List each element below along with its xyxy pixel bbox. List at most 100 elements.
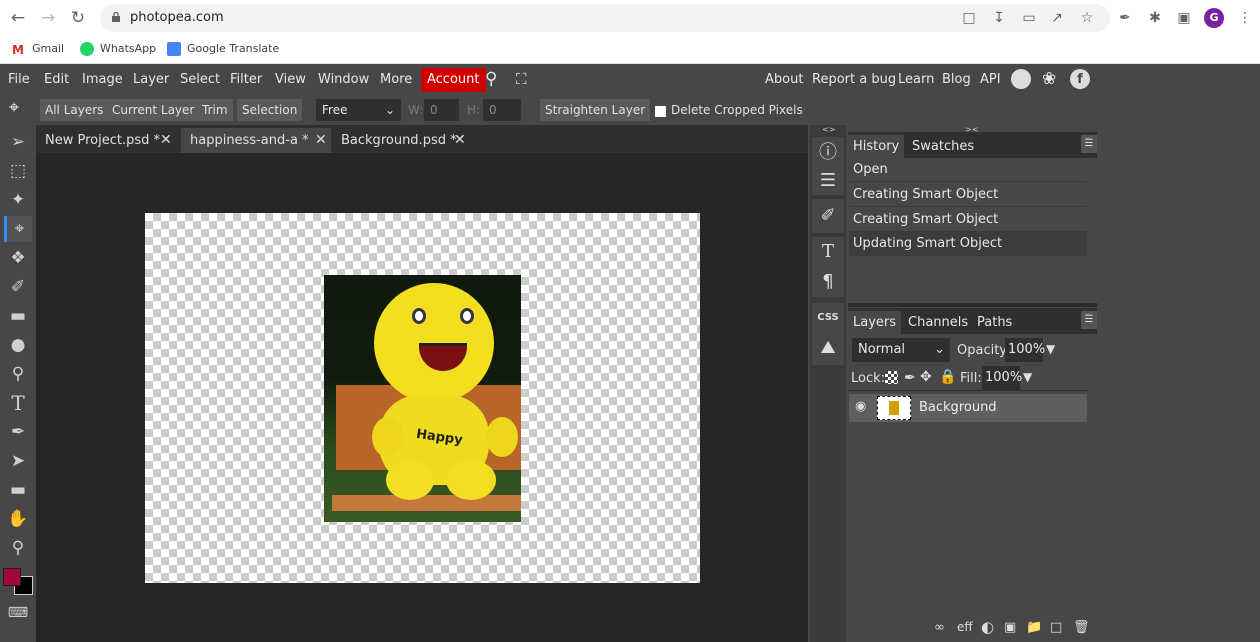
straighten-layer-button[interactable]: Straighten Layer <box>540 99 651 121</box>
close-icon[interactable]: ✕ <box>160 128 172 153</box>
visibility-eye-icon[interactable]: ◉ <box>855 399 866 414</box>
move-tool-icon[interactable]: ➢ <box>4 129 32 155</box>
lock-all-icon[interactable]: 🔒 <box>939 369 956 385</box>
opacity-input[interactable]: 100% <box>1005 338 1045 362</box>
tab-history[interactable]: History <box>848 135 905 158</box>
type-tool-icon[interactable]: T <box>4 390 32 416</box>
selection-button[interactable]: Selection <box>237 99 303 121</box>
path-select-tool-icon[interactable]: ➤ <box>4 448 32 474</box>
dodge-tool-icon[interactable]: ⚲ <box>4 361 32 387</box>
brush-tool-icon[interactable]: ✐ <box>4 274 32 300</box>
history-item[interactable]: Updating Smart Object <box>849 232 1087 256</box>
clipboard-icon[interactable]: □ <box>960 9 978 27</box>
tab-layers[interactable]: Layers <box>848 311 902 334</box>
menu-edit[interactable]: Edit <box>44 72 69 87</box>
keyboard-icon[interactable]: ⌨ <box>4 600 32 626</box>
tab-swatches[interactable]: Swatches <box>907 135 979 158</box>
fill-dropdown-icon[interactable]: ▼ <box>1023 370 1032 384</box>
canvas-image-happy-toy[interactable]: Happy <box>324 275 521 522</box>
zoom-tool-icon[interactable]: ⚲ <box>4 535 32 561</box>
pen-tool-icon[interactable]: ✒ <box>4 419 32 445</box>
layer-mask-icon[interactable]: ▣ <box>1004 620 1016 635</box>
eyedropper-icon[interactable]: ✒ <box>1116 9 1134 27</box>
menu-select[interactable]: Select <box>180 72 220 87</box>
delete-cropped-checkbox[interactable] <box>655 106 666 117</box>
new-layer-icon[interactable]: □ <box>1050 620 1062 635</box>
more-vert-icon[interactable]: ⋮ <box>1236 9 1254 27</box>
lock-position-icon[interactable]: ✥ <box>920 369 932 385</box>
link-blog[interactable]: Blog <box>942 72 971 87</box>
fill-input[interactable]: 100% <box>982 366 1022 390</box>
blur-tool-icon[interactable]: ● <box>4 332 32 358</box>
fullscreen-icon[interactable]: ⛶ <box>516 70 527 88</box>
menu-file[interactable]: File <box>8 72 30 87</box>
bookmark-google-translate[interactable]: Google Translate <box>167 41 279 57</box>
facebook-icon[interactable]: f <box>1070 69 1090 89</box>
blend-mode-select[interactable]: Normal ⌄ <box>852 338 950 362</box>
close-icon[interactable]: ✕ <box>315 128 327 153</box>
new-folder-icon[interactable]: 📁 <box>1026 620 1042 635</box>
menu-layer[interactable]: Layer <box>133 72 169 87</box>
bookmark-whatsapp[interactable]: WhatsApp <box>80 41 156 57</box>
adjustment-layer-icon[interactable]: ◐ <box>981 618 994 636</box>
collapse-arrows-icon[interactable]: <> <box>822 125 835 134</box>
link-layers-icon[interactable]: ∞ <box>934 620 945 635</box>
share-icon[interactable]: ↗ <box>1048 9 1066 27</box>
healing-brush-tool-icon[interactable]: ❖ <box>4 245 32 271</box>
reddit-icon[interactable] <box>1011 69 1031 89</box>
brush-settings-icon[interactable]: ✐ <box>812 199 844 233</box>
history-item[interactable]: Creating Smart Object <box>849 208 1087 232</box>
gradient-tool-icon[interactable]: ▬ <box>4 303 32 329</box>
forward-icon[interactable]: → <box>38 8 58 28</box>
link-learn[interactable]: Learn <box>898 72 934 87</box>
css-icon[interactable]: CSS <box>812 303 844 333</box>
doc-tab-background[interactable]: Background.psd * ✕ <box>332 128 472 153</box>
hand-tool-icon[interactable]: ✋ <box>4 506 32 532</box>
twitter-icon[interactable]: ❀ <box>1042 69 1056 89</box>
menu-image[interactable]: Image <box>82 72 123 87</box>
tab-channels[interactable]: Channels <box>903 311 973 334</box>
delete-layer-icon[interactable]: 🗑 <box>1073 620 1090 635</box>
history-item[interactable]: Open <box>849 158 1087 182</box>
link-report-bug[interactable]: Report a bug <box>812 72 896 87</box>
crop-tool-icon[interactable]: ⌖ <box>4 216 32 242</box>
foreground-color-swatch[interactable] <box>3 568 21 586</box>
install-icon[interactable]: ↧ <box>990 9 1008 27</box>
all-layers-button[interactable]: All Layers <box>40 99 109 121</box>
bookmark-star-icon[interactable]: ☆ <box>1078 9 1096 27</box>
ratio-select[interactable]: Free ⌄ <box>316 99 401 121</box>
doc-tab-happiness[interactable]: happiness-and-a * ✕ <box>181 128 331 153</box>
width-input[interactable]: 0 <box>424 99 459 121</box>
bookmark-gmail[interactable]: M Gmail <box>12 41 64 57</box>
image-icon[interactable]: ⛰ <box>812 333 844 363</box>
search-icon[interactable]: ⚲ <box>485 69 497 89</box>
link-api[interactable]: API <box>980 72 1001 87</box>
extensions-icon[interactable]: ✱ <box>1146 9 1164 27</box>
layer-effects-icon[interactable]: eff <box>957 620 973 634</box>
current-layer-button[interactable]: Current Layer <box>107 99 200 121</box>
back-icon[interactable]: ← <box>8 8 28 28</box>
side-panel-icon[interactable]: ▣ <box>1175 9 1193 27</box>
reload-icon[interactable]: ↻ <box>68 8 88 28</box>
lock-transparency-icon[interactable] <box>885 371 898 384</box>
magic-wand-tool-icon[interactable]: ✦ <box>4 187 32 213</box>
history-item[interactable]: Creating Smart Object <box>849 183 1087 207</box>
menu-more[interactable]: More <box>380 72 412 87</box>
trim-button[interactable]: Trim <box>197 99 233 121</box>
opacity-dropdown-icon[interactable]: ▼ <box>1046 342 1055 356</box>
marquee-tool-icon[interactable]: ⬚ <box>4 158 32 184</box>
panel-menu-icon[interactable]: ☰ <box>1081 311 1097 329</box>
info-icon[interactable]: ⓘ <box>812 139 844 167</box>
adjustments-icon[interactable]: ☰ <box>812 167 844 195</box>
doc-tab-new-project[interactable]: New Project.psd * ✕ <box>36 128 176 153</box>
paragraph-icon[interactable]: ¶ <box>812 267 844 297</box>
menu-window[interactable]: Window <box>318 72 369 87</box>
address-bar[interactable]: photopea.com <box>100 4 1110 32</box>
panel-menu-icon[interactable]: ☰ <box>1081 135 1097 153</box>
tab-paths[interactable]: Paths <box>972 311 1017 334</box>
link-about[interactable]: About <box>765 72 803 87</box>
layer-row-background[interactable]: ◉ Background <box>849 394 1087 422</box>
height-input[interactable]: 0 <box>483 99 521 121</box>
close-icon[interactable]: ✕ <box>454 128 466 153</box>
character-icon[interactable]: T <box>812 237 844 267</box>
